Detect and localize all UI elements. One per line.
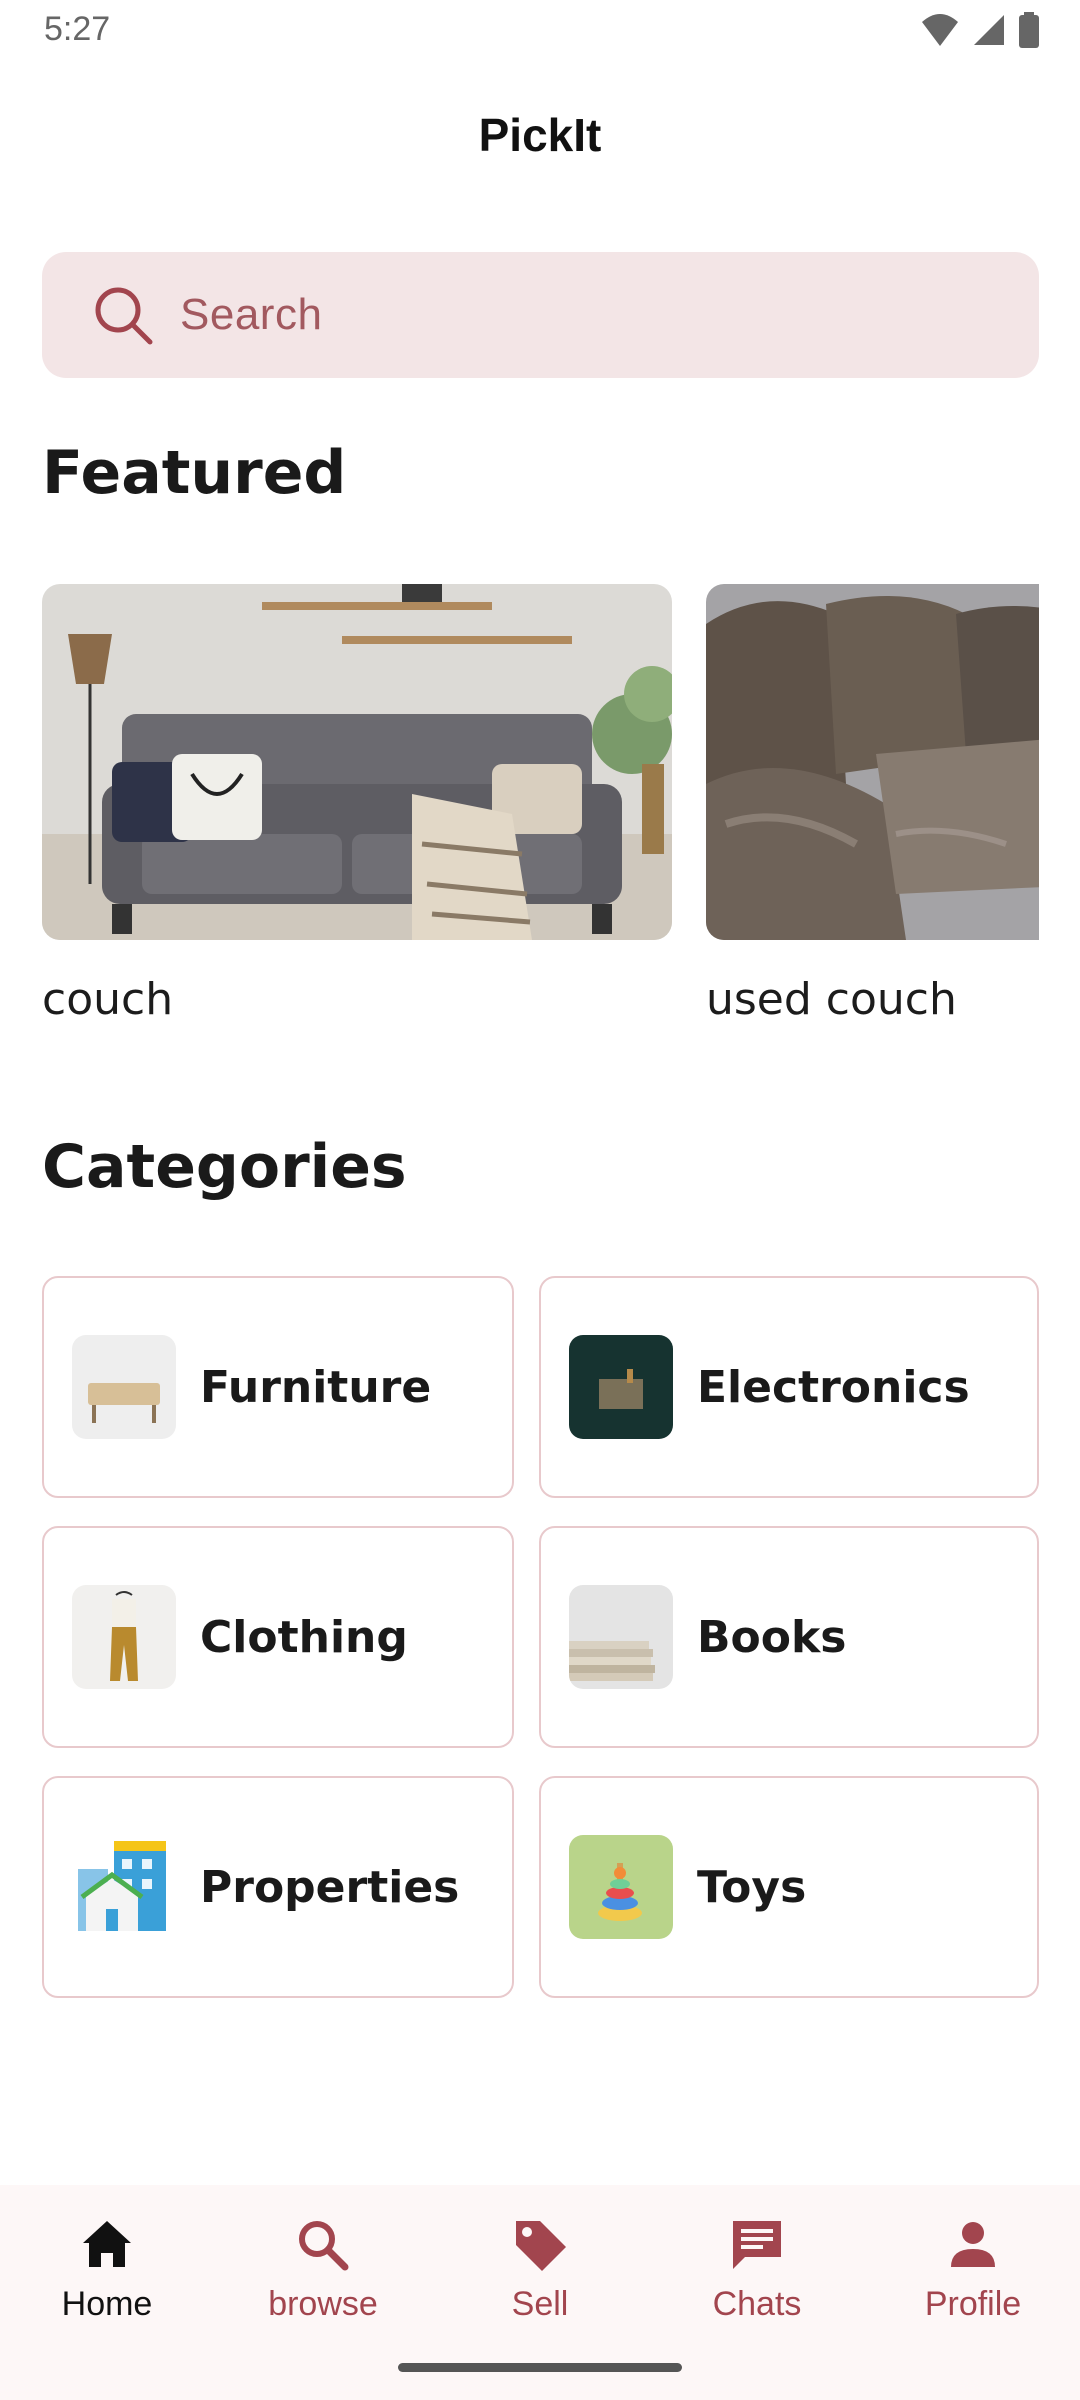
search-input[interactable]: Search bbox=[180, 290, 322, 340]
app-title: PickIt bbox=[478, 109, 602, 161]
clothing-icon bbox=[72, 1585, 176, 1689]
category-label: Furniture bbox=[200, 1361, 432, 1413]
nav-label: Chats bbox=[712, 2285, 802, 2323]
search-icon bbox=[299, 2221, 349, 2271]
furniture-icon bbox=[72, 1335, 176, 1439]
nav-browse[interactable]: browse bbox=[223, 2215, 423, 2324]
category-toys[interactable]: Toys bbox=[539, 1776, 1039, 1998]
category-properties[interactable]: Properties bbox=[42, 1776, 514, 1998]
featured-carousel[interactable]: couch used couch bbox=[42, 584, 1039, 1034]
categories-heading: Categories bbox=[42, 1132, 407, 1202]
signal-icon bbox=[974, 15, 1004, 45]
battery-icon bbox=[1019, 12, 1039, 48]
electronics-icon bbox=[569, 1335, 673, 1439]
category-furniture[interactable]: Furniture bbox=[42, 1276, 514, 1498]
featured-label: used couch bbox=[706, 974, 957, 1025]
featured-card-couch[interactable]: couch bbox=[42, 584, 672, 1025]
category-label: Toys bbox=[697, 1861, 807, 1913]
status-icons bbox=[920, 12, 1040, 48]
category-electronics[interactable]: Electronics bbox=[539, 1276, 1039, 1498]
featured-card-used-couch[interactable]: used couch bbox=[706, 584, 1039, 1025]
category-label: Electronics bbox=[697, 1361, 970, 1413]
nav-label: Home bbox=[61, 2285, 153, 2323]
home-icon bbox=[83, 2221, 131, 2267]
category-label: Books bbox=[697, 1611, 847, 1663]
category-books[interactable]: Books bbox=[539, 1526, 1039, 1748]
chat-icon bbox=[733, 2221, 781, 2269]
nav-label: Profile bbox=[924, 2285, 1022, 2323]
couch-image bbox=[42, 584, 672, 940]
featured-heading: Featured bbox=[42, 438, 347, 508]
nav-chats[interactable]: Chats bbox=[657, 2215, 857, 2324]
person-icon bbox=[951, 2222, 995, 2267]
tag-icon bbox=[516, 2221, 566, 2271]
used-couch-image bbox=[706, 584, 1039, 940]
toys-icon bbox=[569, 1835, 673, 1939]
nav-home[interactable]: Home bbox=[7, 2215, 207, 2324]
books-icon bbox=[569, 1585, 673, 1689]
nav-profile[interactable]: Profile bbox=[873, 2215, 1073, 2324]
home-indicator[interactable] bbox=[398, 2363, 682, 2372]
category-label: Clothing bbox=[200, 1611, 408, 1663]
nav-label: Sell bbox=[511, 2285, 569, 2323]
featured-label: couch bbox=[42, 974, 174, 1025]
category-label: Properties bbox=[200, 1861, 460, 1913]
nav-sell[interactable]: Sell bbox=[440, 2215, 640, 2324]
status-time: 5:27 bbox=[44, 10, 111, 48]
category-clothing[interactable]: Clothing bbox=[42, 1526, 514, 1748]
properties-icon bbox=[72, 1835, 176, 1939]
wifi-icon bbox=[922, 14, 958, 46]
nav-label: browse bbox=[268, 2285, 378, 2323]
search-icon bbox=[95, 287, 153, 345]
search-bar[interactable]: Search bbox=[42, 252, 1039, 378]
status-bar: 5:27 bbox=[0, 0, 1080, 62]
